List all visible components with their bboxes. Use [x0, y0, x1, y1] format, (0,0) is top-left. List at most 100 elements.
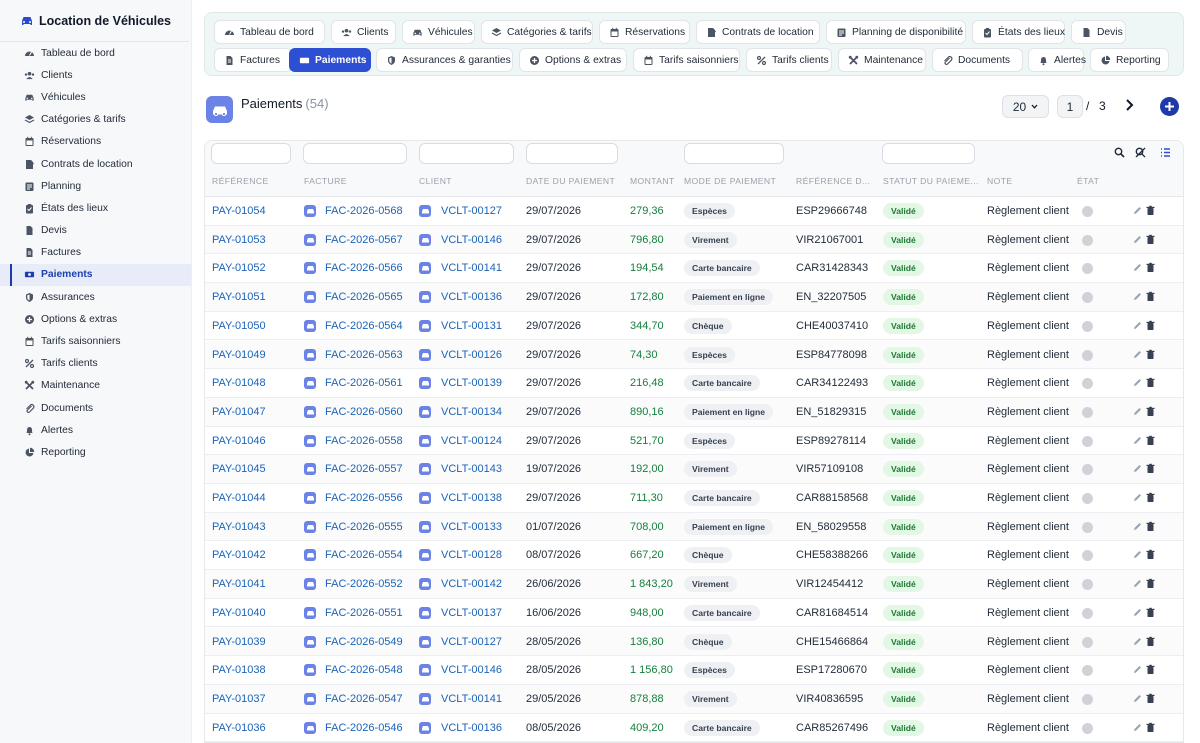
delete-icon[interactable] — [1145, 435, 1156, 446]
search-icon[interactable] — [1114, 147, 1125, 158]
sidebar-item-tarifs-clients[interactable]: Tarifs clients — [0, 353, 191, 375]
invoice-link[interactable]: FAC-2026-0551 — [325, 607, 403, 619]
invoice-link[interactable]: FAC-2026-0552 — [325, 578, 403, 590]
client-link[interactable]: VCLT-00134 — [441, 406, 502, 418]
sidebar-item-reporting[interactable]: Reporting — [0, 441, 191, 463]
header-mode[interactable]: MODE DE PAIEMENT — [684, 176, 776, 186]
invoice-link[interactable]: FAC-2026-0555 — [325, 521, 403, 533]
sidebar-item-planning[interactable]: Planning — [0, 175, 191, 197]
invoice-link[interactable]: FAC-2026-0563 — [325, 349, 403, 361]
client-link[interactable]: VCLT-00141 — [441, 262, 502, 274]
client-link[interactable]: VCLT-00141 — [441, 693, 502, 705]
header-client[interactable]: CLIENT — [419, 176, 452, 186]
header-facture[interactable]: FACTURE — [304, 176, 347, 186]
sidebar-item-options-extras[interactable]: Options & extras — [0, 308, 191, 330]
brand[interactable]: Location de Véhicules — [0, 0, 189, 42]
table-row[interactable]: PAY-01044 FAC-2026-0556 VCLT-00138 29/07/20… — [205, 484, 1183, 513]
tab-contrats-de-location[interactable]: Contrats de location — [696, 20, 820, 44]
delete-icon[interactable] — [1145, 234, 1156, 245]
client-link[interactable]: VCLT-00128 — [441, 549, 502, 561]
payment-reference-link[interactable]: PAY-01046 — [212, 435, 266, 447]
client-link[interactable]: VCLT-00146 — [441, 234, 502, 246]
table-row[interactable]: PAY-01041 FAC-2026-0552 VCLT-00142 26/06/20… — [205, 570, 1183, 599]
table-row[interactable]: PAY-01052 FAC-2026-0566 VCLT-00141 29/07/20… — [205, 254, 1183, 284]
client-link[interactable]: VCLT-00143 — [441, 463, 502, 475]
edit-icon[interactable] — [1132, 492, 1143, 503]
sidebar-item-devis[interactable]: Devis — [0, 220, 191, 242]
client-link[interactable]: VCLT-00136 — [441, 722, 502, 734]
invoice-link[interactable]: FAC-2026-0564 — [325, 320, 403, 332]
tab-alertes[interactable]: Alertes — [1028, 48, 1086, 72]
header-reference-detail[interactable]: RÉFÉRENCE D... — [796, 176, 870, 186]
client-link[interactable]: VCLT-00127 — [441, 636, 502, 648]
client-link[interactable]: VCLT-00142 — [441, 578, 502, 590]
header-etat[interactable]: ÉTAT — [1077, 176, 1099, 186]
edit-icon[interactable] — [1132, 234, 1143, 245]
edit-icon[interactable] — [1132, 406, 1143, 417]
tab-planning-de-disponibilit-[interactable]: Planning de disponibilité — [826, 20, 966, 44]
table-row[interactable]: PAY-01049 FAC-2026-0563 VCLT-00126 29/07/20… — [205, 340, 1183, 370]
tab-options-extras[interactable]: Options & extras — [519, 48, 627, 72]
client-link[interactable]: VCLT-00137 — [441, 607, 502, 619]
payment-reference-link[interactable]: PAY-01050 — [212, 320, 266, 332]
invoice-link[interactable]: FAC-2026-0568 — [325, 205, 403, 217]
clear-filters-icon[interactable] — [1135, 147, 1146, 158]
payment-reference-link[interactable]: PAY-01041 — [212, 578, 266, 590]
header-date[interactable]: DATE DU PAIEMENT — [526, 176, 615, 186]
delete-icon[interactable] — [1145, 607, 1156, 618]
tab-assurances-garanties[interactable]: Assurances & garanties — [376, 48, 513, 72]
payment-reference-link[interactable]: PAY-01042 — [212, 549, 266, 561]
edit-icon[interactable] — [1132, 205, 1143, 216]
tab-cat-gories-tarifs[interactable]: Catégories & tarifs — [481, 20, 593, 44]
invoice-link[interactable]: FAC-2026-0554 — [325, 549, 403, 561]
invoice-link[interactable]: FAC-2026-0558 — [325, 435, 403, 447]
table-row[interactable]: PAY-01046 FAC-2026-0558 VCLT-00124 29/07/20… — [205, 427, 1183, 456]
payment-reference-link[interactable]: PAY-01049 — [212, 349, 266, 361]
client-link[interactable]: VCLT-00146 — [441, 664, 502, 676]
edit-icon[interactable] — [1132, 262, 1143, 273]
edit-icon[interactable] — [1132, 607, 1143, 618]
invoice-link[interactable]: FAC-2026-0561 — [325, 377, 403, 389]
edit-icon[interactable] — [1132, 320, 1143, 331]
invoice-link[interactable]: FAC-2026-0557 — [325, 463, 403, 475]
payment-reference-link[interactable]: PAY-01045 — [212, 463, 266, 475]
delete-icon[interactable] — [1145, 492, 1156, 503]
delete-icon[interactable] — [1145, 377, 1156, 388]
tab-r-servations[interactable]: Réservations — [599, 20, 690, 44]
payment-reference-link[interactable]: PAY-01048 — [212, 377, 266, 389]
sidebar-item-tarifs-saisonniers[interactable]: Tarifs saisonniers — [0, 330, 191, 352]
tab--tats-des-lieux[interactable]: États des lieux — [972, 20, 1065, 44]
edit-icon[interactable] — [1132, 435, 1143, 446]
invoice-link[interactable]: FAC-2026-0547 — [325, 693, 403, 705]
client-link[interactable]: VCLT-00124 — [441, 435, 502, 447]
table-row[interactable]: PAY-01040 FAC-2026-0551 VCLT-00137 16/06/20… — [205, 599, 1183, 628]
payment-reference-link[interactable]: PAY-01051 — [212, 291, 266, 303]
add-payment-button[interactable] — [1160, 97, 1179, 116]
table-row[interactable]: PAY-01053 FAC-2026-0567 VCLT-00146 29/07/20… — [205, 225, 1183, 255]
table-row[interactable]: PAY-01050 FAC-2026-0564 VCLT-00131 29/07/20… — [205, 312, 1183, 341]
filter-facture[interactable] — [303, 143, 407, 164]
invoice-link[interactable]: FAC-2026-0546 — [325, 722, 403, 734]
sidebar-item-v-hicules[interactable]: Véhicules — [0, 86, 191, 108]
sidebar-item-maintenance[interactable]: Maintenance — [0, 375, 191, 397]
filter-mode[interactable] — [684, 143, 784, 164]
filter-reference[interactable] — [211, 143, 291, 164]
invoice-link[interactable]: FAC-2026-0556 — [325, 492, 403, 504]
tab-tableau-de-bord[interactable]: Tableau de bord — [214, 20, 325, 44]
delete-icon[interactable] — [1145, 349, 1156, 360]
delete-icon[interactable] — [1145, 406, 1156, 417]
edit-icon[interactable] — [1132, 664, 1143, 675]
payment-reference-link[interactable]: PAY-01047 — [212, 406, 266, 418]
tab-documents[interactable]: Documents — [932, 48, 1023, 72]
invoice-link[interactable]: FAC-2026-0548 — [325, 664, 403, 676]
client-link[interactable]: VCLT-00126 — [441, 349, 502, 361]
payment-reference-link[interactable]: PAY-01040 — [212, 607, 266, 619]
client-link[interactable]: VCLT-00133 — [441, 521, 502, 533]
sidebar-item-cat-gories-tarifs[interactable]: Catégories & tarifs — [0, 109, 191, 131]
tab-reporting[interactable]: Reporting — [1090, 48, 1169, 72]
sidebar-item-documents[interactable]: Documents — [0, 397, 191, 419]
table-row[interactable]: PAY-01048 FAC-2026-0561 VCLT-00139 29/07/20… — [205, 369, 1183, 398]
header-montant[interactable]: MONTANT — [630, 176, 675, 186]
edit-icon[interactable] — [1132, 377, 1143, 388]
delete-icon[interactable] — [1145, 578, 1156, 589]
